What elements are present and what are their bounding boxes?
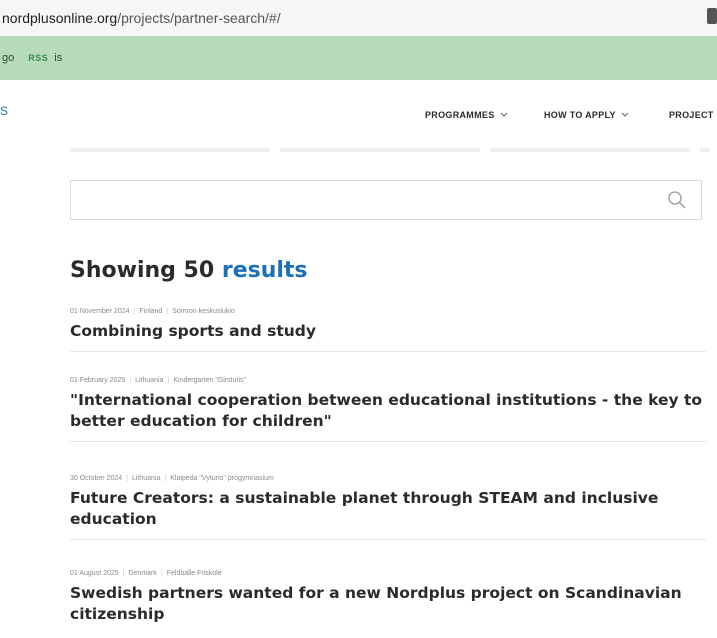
result-country: Lithuania <box>131 475 161 482</box>
result-title[interactable]: Combining sports and study <box>70 321 706 342</box>
url-host: nordplusonline.org <box>2 10 118 26</box>
results-heading: Showing 50 results <box>70 258 308 283</box>
rss-icon[interactable]: RSS <box>28 53 48 63</box>
results-label: results <box>221 258 308 283</box>
result-title[interactable]: Future Creators: a sustainable planet th… <box>70 488 706 530</box>
divider <box>70 441 706 442</box>
result-item[interactable]: 01 August 2025 | Denmark | Feldballe Frisk… <box>70 570 706 625</box>
nav-programmes-label: PROGRAMMES <box>425 110 495 120</box>
result-organisation: Klaipeda "Vyturio" progymnasium <box>170 475 274 482</box>
result-country: Finland <box>139 308 163 315</box>
chevron-down-icon <box>500 112 507 117</box>
nav-divider <box>70 148 710 152</box>
main-nav: PROGRAMMES HOW TO APPLY PROJECT <box>0 110 717 130</box>
result-organisation: Somron keskuslukio <box>172 308 235 315</box>
result-meta: 01 November 2024 | Finland | Somron keskus… <box>70 308 235 315</box>
address-bar[interactable]: nordplusonline.org/projects/partner-sear… <box>0 0 717 36</box>
nav-programmes[interactable]: PROGRAMMES <box>425 110 508 120</box>
site-header: S PROGRAMMES HOW TO APPLY PROJECT <box>0 80 717 152</box>
results-count: Showing 50 <box>70 258 215 283</box>
url-path: /projects/partner-search/#/ <box>117 10 281 26</box>
result-country: Lithuania <box>135 377 164 384</box>
result-title[interactable]: "International cooperation between educa… <box>70 390 706 432</box>
result-country: Denmark <box>128 570 157 577</box>
chevron-down-icon <box>621 112 629 117</box>
result-date: 30 October 2024 <box>70 475 123 482</box>
result-meta: 30 October 2024 | Lithuania | Klaipeda "Vy… <box>70 475 274 482</box>
result-meta: 01 August 2025 | Denmark | Feldballe Frisk… <box>70 570 222 577</box>
divider <box>70 351 706 352</box>
nav-how-to-apply-label: HOW TO APPLY <box>544 110 616 120</box>
search-icon[interactable] <box>665 188 689 212</box>
result-title[interactable]: Swedish partners wanted for a new Nordpl… <box>70 583 706 625</box>
bookmark-item[interactable]: go <box>0 52 14 64</box>
bookmarks-bar: go RSS is <box>0 36 717 80</box>
nav-projects-label: PROJECT <box>669 110 714 120</box>
result-meta: 01 February 2025 | Lithuania | Kindergarte… <box>70 377 247 384</box>
result-item[interactable]: 01 February 2025 | Lithuania | Kindergarte… <box>70 377 706 442</box>
extension-icon[interactable] <box>707 8 717 24</box>
result-date: 01 November 2024 <box>70 308 130 315</box>
nav-projects[interactable]: PROJECT <box>669 110 714 120</box>
divider <box>70 539 706 540</box>
bookmark-item[interactable]: is <box>54 52 62 64</box>
result-date: 01 February 2025 <box>70 377 126 384</box>
result-date: 01 August 2025 <box>70 570 119 577</box>
result-organisation: Kindergarten "Girstutis" <box>173 377 247 384</box>
nav-how-to-apply[interactable]: HOW TO APPLY <box>544 110 629 120</box>
search-input[interactable] <box>71 181 665 219</box>
result-item[interactable]: 01 November 2024 | Finland | Somron keskus… <box>70 308 706 352</box>
search-box <box>70 180 702 220</box>
result-item[interactable]: 30 October 2024 | Lithuania | Klaipeda "Vy… <box>70 475 706 540</box>
result-organisation: Feldballe Friskole <box>166 570 222 577</box>
